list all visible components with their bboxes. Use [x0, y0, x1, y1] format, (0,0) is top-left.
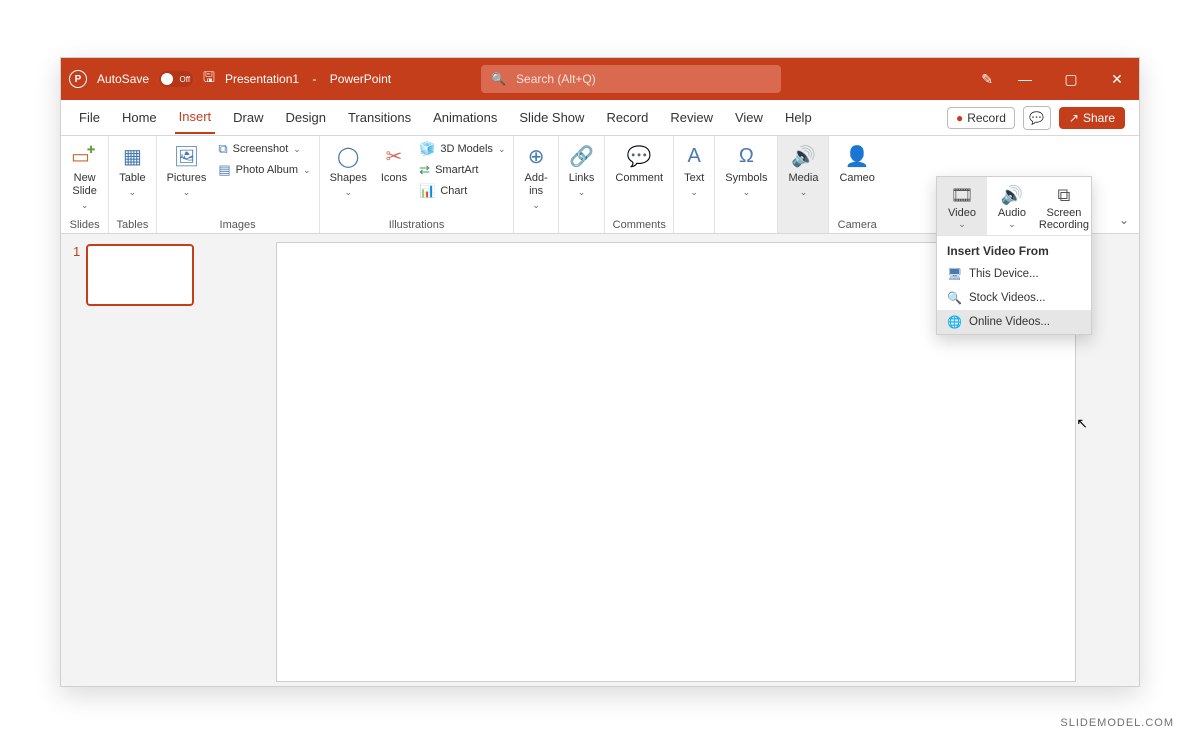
group-symbols: ΩSymbols⌄: [715, 136, 778, 233]
video-button[interactable]: 🎞 Video⌄: [937, 177, 987, 235]
group-tables: ▦ Table⌄ Tables: [109, 136, 156, 233]
slide-number: 1: [73, 244, 80, 676]
dropdown-header: Insert Video From: [937, 235, 1091, 262]
ribbon-collapse-button[interactable]: ⌄: [1119, 213, 1129, 227]
share-icon: ↗: [1069, 111, 1079, 125]
audio-button[interactable]: 🔊 Audio⌄: [987, 177, 1037, 235]
text-button[interactable]: AText⌄: [680, 140, 708, 200]
document-name: Presentation1: [225, 72, 299, 86]
online-videos-item[interactable]: 🌐Online Videos...: [937, 310, 1091, 334]
search-icon: 🔍: [491, 72, 506, 86]
tab-transitions[interactable]: Transitions: [344, 102, 415, 133]
stock-icon: 🔍: [947, 291, 961, 305]
tab-animations[interactable]: Animations: [429, 102, 501, 133]
media-dropdown: 🎞 Video⌄ 🔊 Audio⌄ ⧉ ScreenRecording Inse…: [936, 176, 1092, 335]
comment-icon: 💬: [627, 142, 652, 170]
group-media: 🔊Media⌄: [778, 136, 829, 233]
chart-button[interactable]: 📊Chart: [417, 182, 507, 200]
group-camera: 👤Cameo Camera: [829, 136, 884, 233]
tab-view[interactable]: View: [731, 102, 767, 133]
this-device-item[interactable]: 🖥This Device...: [937, 262, 1091, 286]
close-button[interactable]: ✕: [1103, 71, 1131, 88]
group-illustrations: ◯Shapes⌄ ✂Icons 🧊3D Models ⌄ ⇄SmartArt 📊…: [320, 136, 515, 233]
search-placeholder: Search (Alt+Q): [516, 72, 596, 86]
slide-thumbnails: 1: [61, 234, 271, 686]
device-icon: 🖥: [947, 267, 961, 281]
tab-review[interactable]: Review: [666, 102, 717, 133]
screenshot-button[interactable]: ⧉Screenshot ⌄: [216, 140, 312, 158]
group-slides: ▭✚ NewSlide⌄ Slides: [61, 136, 109, 233]
shapes-button[interactable]: ◯Shapes⌄: [326, 140, 371, 200]
screen-recording-button[interactable]: ⧉ ScreenRecording: [1037, 177, 1091, 235]
smartart-button[interactable]: ⇄SmartArt: [417, 161, 507, 179]
text-icon: A: [688, 142, 701, 170]
table-icon: ▦: [123, 142, 142, 170]
share-button[interactable]: ↗Share: [1059, 107, 1125, 129]
cameo-button[interactable]: 👤Cameo: [835, 140, 878, 187]
tab-file[interactable]: File: [75, 102, 104, 133]
addins-button[interactable]: ⊕Add-ins⌄: [520, 140, 551, 213]
group-addins: ⊕Add-ins⌄: [514, 136, 558, 233]
search-field[interactable]: 🔍 Search (Alt+Q): [481, 65, 781, 93]
tab-home[interactable]: Home: [118, 102, 161, 133]
screenshot-icon: ⧉: [218, 141, 227, 157]
title-separator: -: [309, 72, 320, 86]
autosave-toggle[interactable]: Off: [159, 71, 193, 87]
minimize-button[interactable]: —: [1011, 71, 1039, 87]
smartart-icon: ⇄: [419, 162, 430, 178]
icons-button[interactable]: ✂Icons: [377, 140, 411, 187]
speaker-icon: 🔊: [791, 142, 816, 170]
tab-slideshow[interactable]: Slide Show: [515, 102, 588, 133]
powerpoint-icon: P: [69, 70, 87, 88]
table-button[interactable]: ▦ Table⌄: [115, 140, 149, 200]
shapes-icon: ◯: [337, 142, 359, 170]
save-icon[interactable]: 🖫: [203, 67, 215, 91]
addins-icon: ⊕: [528, 142, 545, 170]
icons-icon: ✂: [386, 142, 403, 170]
symbols-icon: Ω: [739, 142, 754, 170]
record-button[interactable]: ●Record: [947, 107, 1015, 129]
photo-album-icon: ▤: [218, 162, 230, 178]
cameo-icon: 👤: [845, 142, 870, 170]
photo-album-button[interactable]: ▤Photo Album ⌄: [216, 161, 312, 179]
group-images: 🖼 Pictures⌄ ⧉Screenshot ⌄ ▤Photo Album ⌄…: [157, 136, 320, 233]
title-bar: P AutoSave Off 🖫 Presentation1 - PowerPo…: [61, 58, 1139, 100]
comment-button[interactable]: 💬Comment: [611, 140, 667, 187]
slide-thumbnail-1[interactable]: [86, 244, 194, 306]
media-button[interactable]: 🔊Media⌄: [784, 140, 822, 200]
pictures-button[interactable]: 🖼 Pictures⌄: [163, 140, 211, 200]
tab-draw[interactable]: Draw: [229, 102, 267, 133]
online-icon: 🌐: [947, 315, 961, 329]
group-links: 🔗Links⌄: [559, 136, 606, 233]
tab-help[interactable]: Help: [781, 102, 816, 133]
3d-models-button[interactable]: 🧊3D Models ⌄: [417, 140, 507, 158]
tab-design[interactable]: Design: [282, 102, 330, 133]
autosave-label: AutoSave: [97, 72, 149, 86]
stock-videos-item[interactable]: 🔍Stock Videos...: [937, 286, 1091, 310]
cube-icon: 🧊: [419, 141, 435, 157]
ribbon-tabs: File Home Insert Draw Design Transitions…: [61, 100, 1139, 136]
group-comments: 💬Comment Comments: [605, 136, 674, 233]
tab-record[interactable]: Record: [602, 102, 652, 133]
audio-icon: 🔊: [1001, 183, 1023, 207]
new-slide-button[interactable]: ▭✚ NewSlide⌄: [67, 140, 102, 213]
app-name: PowerPoint: [330, 72, 391, 86]
tab-insert[interactable]: Insert: [175, 101, 216, 134]
links-button[interactable]: 🔗Links⌄: [565, 140, 599, 200]
pictures-icon: 🖼: [174, 142, 199, 170]
link-icon: 🔗: [569, 142, 594, 170]
screen-recording-icon: ⧉: [1058, 183, 1071, 207]
symbols-button[interactable]: ΩSymbols⌄: [721, 140, 771, 200]
video-icon: 🎞: [951, 183, 974, 207]
maximize-button[interactable]: ▢: [1057, 71, 1085, 88]
chart-icon: 📊: [419, 183, 435, 199]
watermark: SLIDEMODEL.COM: [1060, 717, 1174, 729]
new-slide-icon: ▭✚: [71, 142, 98, 170]
pen-icon[interactable]: ✎: [981, 71, 993, 88]
comments-mini-button[interactable]: 💬: [1023, 106, 1051, 130]
group-text: AText⌄: [674, 136, 715, 233]
app-window: P AutoSave Off 🖫 Presentation1 - PowerPo…: [60, 57, 1140, 687]
